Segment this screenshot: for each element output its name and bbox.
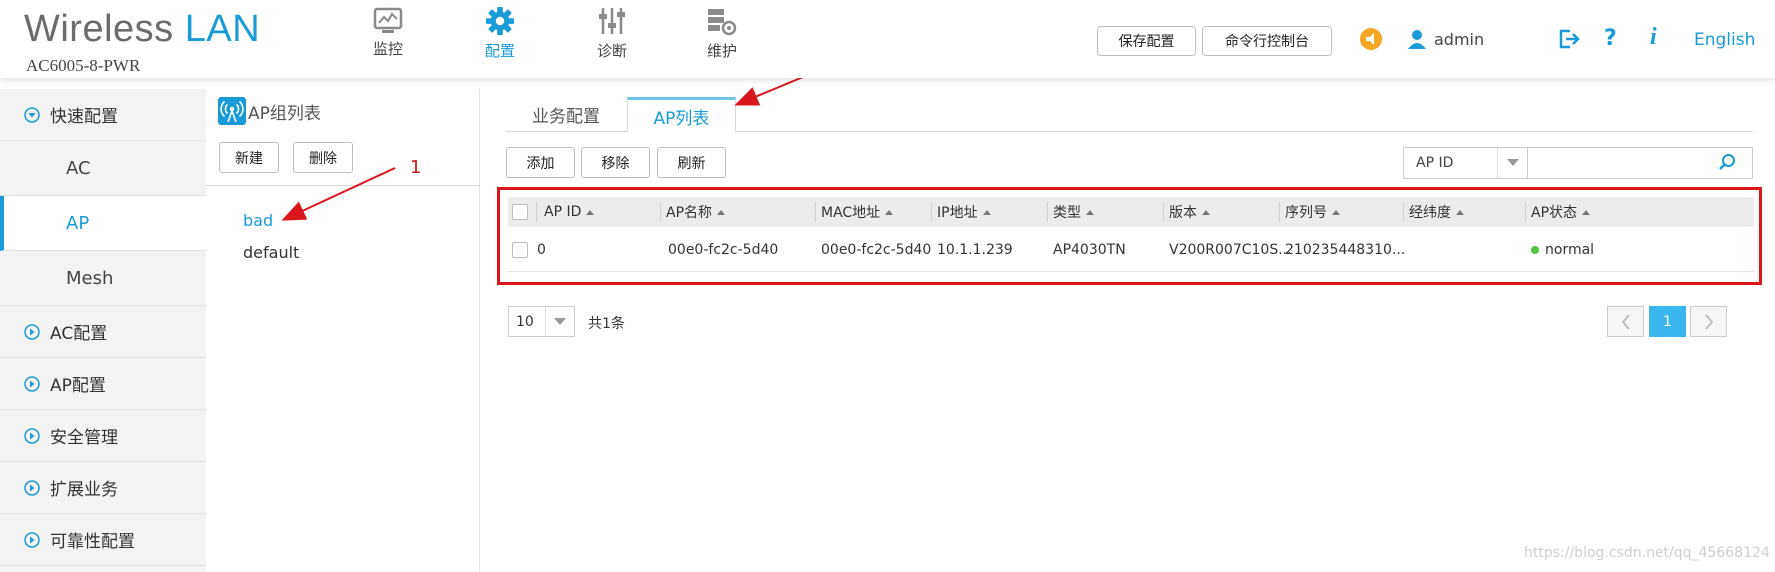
current-user[interactable]: admin	[1434, 30, 1484, 49]
brand-title: Wireless LAN	[24, 8, 260, 51]
maintenance-icon	[708, 9, 737, 36]
nav-diagnose[interactable]: 诊断	[567, 6, 657, 61]
brand-title-accent: LAN	[184, 8, 261, 50]
info-icon[interactable]: i	[1650, 24, 1657, 51]
nav-monitor-label: 监控	[372, 40, 403, 58]
save-config-button[interactable]: 保存配置	[1097, 26, 1196, 56]
sliders-icon	[599, 8, 625, 34]
device-model: AC6005-8-PWR	[26, 56, 141, 75]
nav-monitor[interactable]: 监控	[343, 6, 433, 59]
nav-maintenance-label: 维护	[706, 42, 737, 60]
help-icon[interactable]: ?	[1604, 26, 1617, 51]
gear-icon	[485, 6, 515, 36]
annotation-number-1: 1	[410, 157, 422, 178]
nav-maintenance[interactable]: 维护	[677, 6, 767, 61]
nav-config[interactable]: 配置	[455, 6, 545, 61]
alert-icon[interactable]	[1360, 28, 1382, 50]
user-icon	[1408, 30, 1426, 49]
nav-config-label: 配置	[484, 42, 515, 60]
cli-console-button[interactable]: 命令行控制台	[1202, 26, 1332, 56]
nav-diagnose-label: 诊断	[596, 42, 627, 60]
annotation-arrow-1	[281, 167, 396, 221]
top-header: Wireless LAN AC6005-8-PWR 监控 配置 诊断 维护 保存…	[0, 0, 1775, 78]
annotation-arrows	[281, 44, 881, 221]
logout-icon[interactable]	[1558, 29, 1580, 49]
language-switch[interactable]: English	[1694, 30, 1755, 50]
monitor-icon	[373, 7, 403, 33]
brand-title-main: Wireless	[24, 8, 174, 50]
